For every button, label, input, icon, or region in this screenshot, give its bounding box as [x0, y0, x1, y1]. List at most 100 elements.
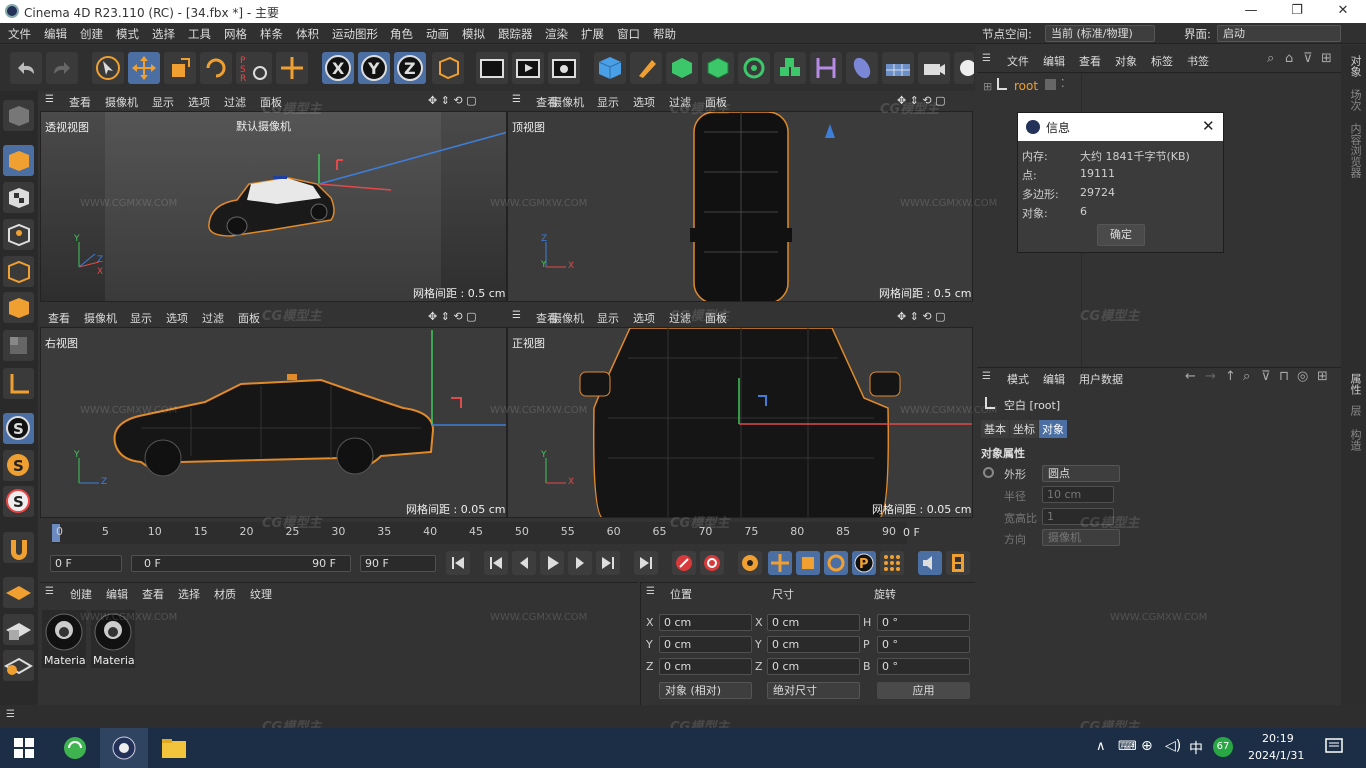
security-badge[interactable]: 67: [1213, 737, 1233, 757]
volume-icon[interactable]: ◁): [1165, 738, 1181, 754]
menu-lines-icon[interactable]: ☰: [512, 310, 521, 321]
rotation-h-field[interactable]: 0 °: [877, 614, 970, 631]
go-to-end-icon[interactable]: [634, 551, 658, 575]
vp3-menu-display[interactable]: 显示: [130, 310, 152, 326]
rotation-b-field[interactable]: 0 °: [877, 658, 970, 675]
attr-menu-userdata[interactable]: 用户数据: [1079, 371, 1123, 387]
model-mode-icon[interactable]: [3, 145, 34, 176]
redo-icon[interactable]: [46, 52, 78, 84]
coordinate-system-icon[interactable]: [432, 52, 464, 84]
filter-icon[interactable]: ⊽: [1303, 51, 1313, 66]
menu-lines-icon[interactable]: ☰: [6, 709, 15, 720]
texture-mode-icon[interactable]: [3, 182, 34, 213]
side-tab-layers[interactable]: 层: [1347, 405, 1363, 416]
render-picture-viewer-icon[interactable]: [512, 52, 544, 84]
previous-key-icon[interactable]: [484, 551, 508, 575]
scale-tool-icon[interactable]: [164, 52, 196, 84]
windows-start-icon[interactable]: [14, 738, 34, 761]
render-view-icon[interactable]: [476, 52, 508, 84]
attr-menu-mode[interactable]: 模式: [1007, 371, 1029, 387]
mat-menu-texture[interactable]: 纹理: [250, 586, 272, 602]
tray-chevron-icon[interactable]: ∧: [1096, 739, 1106, 754]
snap-settings-icon[interactable]: S: [3, 450, 34, 481]
orientation-select[interactable]: 摄像机: [1042, 529, 1120, 546]
vp4-menu-camera[interactable]: 摄像机: [551, 310, 584, 326]
menu-edit[interactable]: 编辑: [44, 26, 67, 42]
key-position-icon[interactable]: [768, 551, 792, 575]
transform-icon[interactable]: [276, 52, 308, 84]
network-icon[interactable]: ⌨: [1118, 739, 1137, 754]
menu-animate[interactable]: 动画: [426, 26, 449, 42]
prop-radio-icon[interactable]: [983, 467, 994, 478]
next-key-icon[interactable]: [596, 551, 620, 575]
mat-menu-view[interactable]: 查看: [142, 586, 164, 602]
field-icon[interactable]: [846, 52, 878, 84]
planar-workplane-icon[interactable]: [3, 650, 34, 681]
make-editable-icon[interactable]: [3, 100, 34, 131]
size-y-field[interactable]: 0 cm: [767, 636, 860, 653]
menu-select[interactable]: 选择: [152, 26, 175, 42]
size-mode-select[interactable]: 绝对尺寸: [767, 682, 860, 699]
maximize-button[interactable]: ❐: [1274, 0, 1320, 23]
menu-tracker[interactable]: 跟踪器: [498, 26, 533, 42]
subdivision-icon[interactable]: [666, 52, 698, 84]
psr-icon[interactable]: PSR: [236, 52, 272, 84]
search-icon[interactable]: ⌕: [1243, 369, 1250, 384]
light-icon[interactable]: [954, 52, 976, 84]
key-scale-icon[interactable]: [796, 551, 820, 575]
vp3-menu-view[interactable]: 查看: [48, 310, 70, 326]
size-z-field[interactable]: 0 cm: [767, 658, 860, 675]
menu-lines-icon[interactable]: ☰: [512, 94, 521, 105]
om-menu-file[interactable]: 文件: [1007, 53, 1029, 69]
record-icon[interactable]: [672, 551, 696, 575]
next-frame-icon[interactable]: [568, 551, 592, 575]
om-menu-object[interactable]: 对象: [1115, 53, 1137, 69]
size-x-field[interactable]: 0 cm: [767, 614, 860, 631]
x-axis-lock-icon[interactable]: X: [322, 52, 354, 84]
menu-mesh[interactable]: 网格: [224, 26, 247, 42]
om-menu-view[interactable]: 查看: [1079, 53, 1101, 69]
display-select[interactable]: 圆点: [1042, 465, 1120, 482]
y-axis-lock-icon[interactable]: Y: [358, 52, 390, 84]
points-mode-icon[interactable]: [3, 219, 34, 250]
auto-key-icon[interactable]: [700, 551, 724, 575]
search-icon[interactable]: ⌕: [1267, 51, 1274, 66]
select-tool-icon[interactable]: [92, 52, 124, 84]
extrude-icon[interactable]: [702, 52, 734, 84]
side-tab-attributes[interactable]: 属性: [1347, 373, 1363, 395]
mat-menu-create[interactable]: 创建: [70, 586, 92, 602]
back-arrow-icon[interactable]: ←: [1185, 369, 1196, 384]
magnet-icon[interactable]: [3, 532, 34, 563]
mat-menu-edit[interactable]: 编辑: [106, 586, 128, 602]
minimize-button[interactable]: —: [1228, 0, 1274, 23]
z-axis-lock-icon[interactable]: Z: [394, 52, 426, 84]
expand-icon[interactable]: ⊞: [983, 80, 992, 93]
position-y-field[interactable]: 0 cm: [659, 636, 752, 653]
menu-lines-icon[interactable]: ☰: [982, 53, 991, 64]
go-to-start-icon[interactable]: [446, 551, 470, 575]
menu-character[interactable]: 角色: [390, 26, 413, 42]
globe-icon[interactable]: ⊕: [1141, 738, 1153, 754]
menu-spline[interactable]: 样条: [260, 26, 283, 42]
viewport-nav-icon[interactable]: ✥ ⇕ ⟲ ▢: [428, 94, 477, 107]
cube-icon[interactable]: [594, 52, 626, 84]
vp4-menu-display[interactable]: 显示: [597, 310, 619, 326]
vp1-menu-display[interactable]: 显示: [152, 94, 174, 110]
keyframe-selection-icon[interactable]: [738, 551, 762, 575]
ok-button[interactable]: 确定: [1097, 224, 1145, 246]
rotation-p-field[interactable]: 0 °: [877, 636, 970, 653]
up-arrow-icon[interactable]: ↑: [1225, 369, 1236, 384]
vp2-menu-camera[interactable]: 摄像机: [551, 94, 584, 110]
cloner-icon[interactable]: [738, 52, 770, 84]
range-slider[interactable]: 0 F 90 F: [131, 555, 351, 572]
radius-field[interactable]: 10 cm: [1042, 486, 1114, 503]
tab-coord[interactable]: 坐标: [1010, 420, 1038, 438]
file-explorer-icon[interactable]: [162, 737, 186, 762]
deformer-icon[interactable]: [810, 52, 842, 84]
menu-mograph[interactable]: 运动图形: [332, 26, 378, 42]
filter-icon[interactable]: ⊽: [1261, 369, 1271, 384]
menu-create[interactable]: 创建: [80, 26, 103, 42]
apply-button[interactable]: 应用: [877, 682, 970, 699]
c4d-taskbar-button[interactable]: [100, 728, 148, 768]
coord-mode-select[interactable]: 对象 (相对): [659, 682, 752, 699]
